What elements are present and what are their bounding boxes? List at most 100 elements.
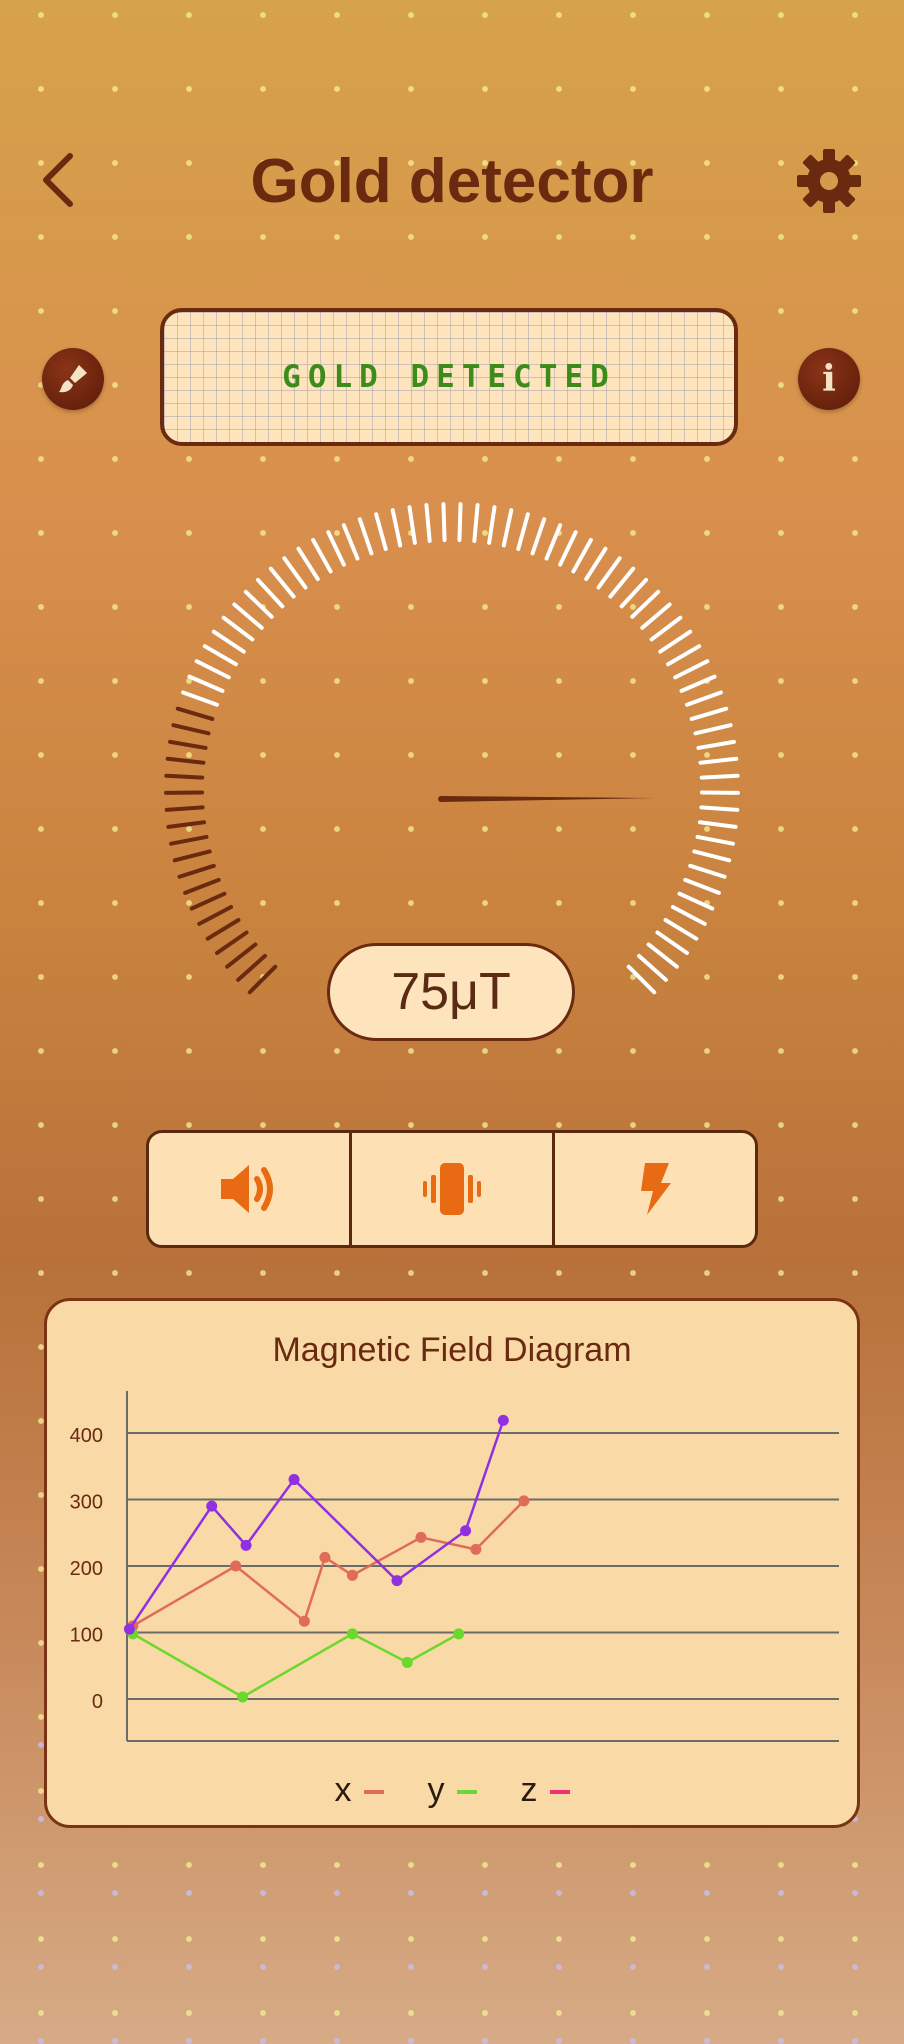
gauge-tick [688,863,727,879]
y-tick-label: 200 [70,1558,103,1580]
gauge-tick [282,556,308,590]
gauge-tick [232,602,264,630]
gauge-tick [655,930,689,956]
gauge-tick [175,706,215,721]
magnetic-field-chart: 0 100 200 300 400 [70,1391,839,1742]
gauge-tick [472,503,480,544]
gauge-tick [699,773,740,780]
gauge-tick [214,930,249,956]
vibration-toggle[interactable] [349,1133,552,1245]
gauge-tick [640,602,672,630]
gauge-tick [584,546,608,582]
gauge-tick [516,512,530,551]
gauge-tick [699,805,740,812]
gauge-tick [695,834,735,846]
speaker-icon [221,1165,273,1213]
y-tick-label: 300 [70,1492,103,1514]
data-point [460,1525,472,1537]
series-line-series-3 [128,1419,505,1630]
info-icon: i [822,358,836,400]
legend-label: y [427,1771,445,1809]
gauge-tick [441,502,447,543]
gauge-tick [637,953,668,982]
gauge-tick [696,739,736,750]
gauge-tick [649,615,683,642]
data-point [237,1691,249,1703]
gauge-tick [457,502,463,543]
data-point [453,1628,465,1640]
gauge-tick [679,674,717,693]
gauge-tick [236,953,267,982]
gauge-tick [205,917,241,941]
gauge-tick [630,589,661,619]
gauge-tick [530,517,547,556]
gauge-tick [296,546,320,582]
magnetic-field-chart-card: Magnetic Field Diagram 0 100 200 300 400 xyz [44,1298,860,1828]
data-point [240,1539,252,1551]
data-point [288,1474,300,1486]
legend-label: z [520,1771,538,1809]
data-point [401,1656,413,1668]
gauge-tick [243,589,274,619]
brush-button[interactable] [42,348,104,410]
page-title: Gold detector [250,147,654,216]
legend-item-z: z [521,1771,570,1810]
legend-swatch [363,1790,384,1795]
gear-icon[interactable] [796,148,862,214]
brush-icon [59,365,87,393]
gauge-tick [685,690,723,707]
gauge-tick [189,891,227,911]
gauge-tick [177,863,216,879]
gauge-tick [164,805,205,812]
flash-toggle[interactable] [552,1133,755,1245]
gauge-tick [374,512,388,551]
gauge-tick [202,644,238,667]
gauge-tick [183,877,221,895]
gauge-tick [165,756,206,765]
gauge-tick [341,523,360,561]
gauge-tick [172,849,212,863]
gauge-tick [168,739,208,750]
gauge-tick [677,891,715,911]
gauge-tick [221,615,255,642]
gauge-tick [693,723,733,736]
gauge-tick [698,756,739,765]
legend-item-y: y [428,1771,477,1810]
gauge-tick [608,566,636,599]
gauge-tick [311,537,333,574]
gauge-tick [658,629,693,654]
data-point [298,1615,310,1627]
legend-label: x [334,1771,352,1809]
gauge-tick [181,690,219,707]
gauge-tick [169,834,209,846]
gauge-tick [673,659,710,680]
gauge-tick [171,723,211,736]
data-point [346,1569,358,1581]
sound-toggle[interactable] [149,1133,349,1245]
gauge-tick [357,517,374,556]
data-point [415,1531,427,1543]
gauge-tick [255,577,285,609]
gauge-tick [424,503,432,544]
flash-icon [641,1163,671,1215]
gauge-tick [558,530,578,567]
gauge-tick [197,905,234,926]
data-point [230,1560,242,1572]
gauge-tick [619,577,649,609]
legend-swatch [549,1790,570,1795]
info-button[interactable]: i [798,348,860,410]
data-point [470,1543,482,1555]
gauge-tick [326,530,346,567]
gauge-tick [683,877,721,895]
gauge-value-readout: 75μT [327,943,575,1041]
gauge-tick [663,917,699,941]
mode-toggle-group [146,1130,758,1248]
gauge-tick [268,566,296,599]
y-tick-label: 100 [70,1625,103,1647]
detection-status-text: GOLD DETECTED [282,359,616,395]
chart-legend: x y z [47,1771,857,1810]
legend-item-x: x [335,1771,384,1810]
detection-status-panel: GOLD DETECTED [160,308,738,446]
gauge-tick [166,820,207,829]
y-tick-label: 0 [92,1691,103,1713]
